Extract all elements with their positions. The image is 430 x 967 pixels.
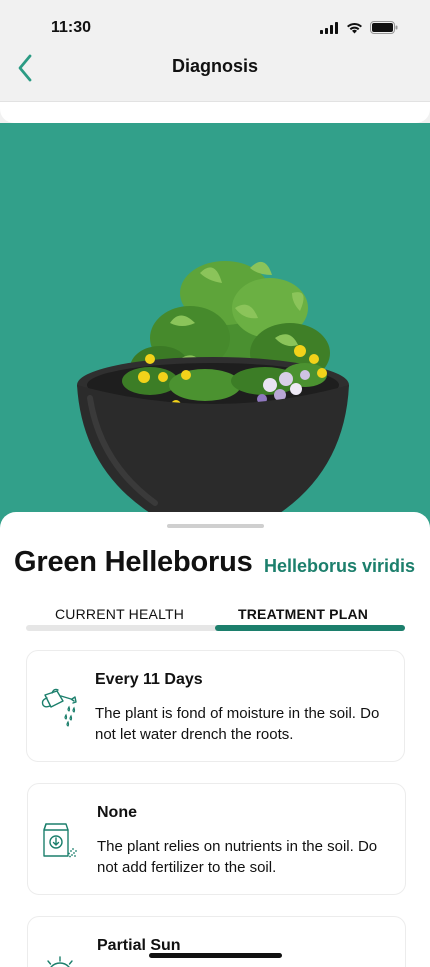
care-card-sunlight[interactable]: Partial Sun	[27, 916, 406, 967]
status-time: 11:30	[51, 19, 92, 36]
battery-icon	[370, 21, 398, 34]
plant-image	[0, 123, 430, 533]
potted-plant-illustration	[77, 261, 349, 533]
home-indicator[interactable]	[149, 953, 282, 958]
watering-can-icon	[41, 688, 77, 727]
tab-current-health[interactable]: CURRENT HEALTH	[55, 606, 184, 622]
fertilizer-bag-icon	[43, 823, 77, 858]
care-title: None	[97, 804, 137, 821]
care-description: The plant is fond of moisture in the soi…	[95, 705, 380, 743]
care-title: Every 11 Days	[95, 671, 203, 688]
sheet-handle[interactable]	[167, 524, 264, 528]
diagnosis-sheet: Green Helleborus Helleborus viridis CURR…	[0, 512, 430, 967]
cellular-signal-icon	[320, 21, 338, 34]
care-card-watering[interactable]: Every 11 Days The plant is fond of moist…	[26, 650, 405, 762]
tab-treatment-plan[interactable]: TREATMENT PLAN	[238, 606, 368, 622]
wifi-icon	[347, 22, 362, 33]
sun-icon	[47, 956, 73, 967]
tab-active-indicator	[215, 625, 405, 631]
plant-latin-name: Helleborus viridis	[264, 556, 416, 576]
top-card-edge	[0, 101, 430, 123]
page-title: Diagnosis	[171, 56, 259, 76]
status-bar: 11:30	[0, 0, 430, 50]
status-icons	[320, 21, 398, 34]
pot-body	[77, 385, 349, 533]
nav-bar: Diagnosis	[0, 50, 430, 102]
care-card-fertilizer[interactable]: None The plant relies on nutrients in th…	[27, 783, 406, 895]
care-description: The plant relies on nutrients in the soi…	[97, 838, 378, 876]
plant-common-name: Green Helleborus	[14, 546, 253, 578]
